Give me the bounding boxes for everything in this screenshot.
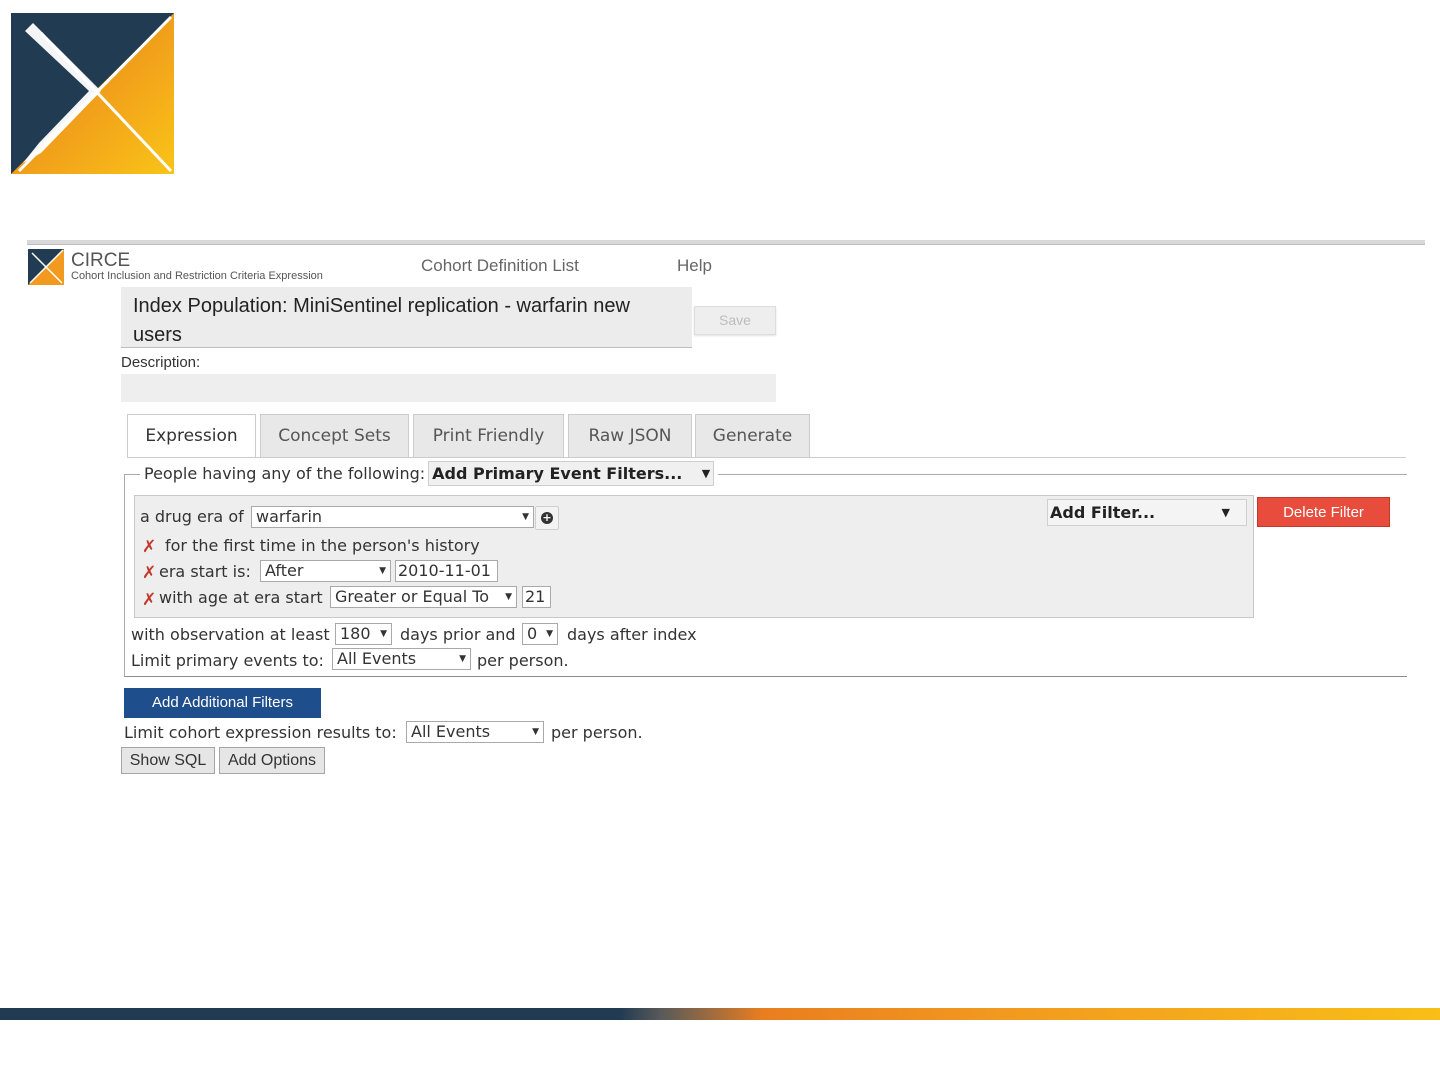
age-label: with age at era start — [159, 588, 323, 607]
era-start-operator-select[interactable]: After ▼ — [260, 560, 391, 582]
caret-down-icon: ▼ — [379, 566, 386, 576]
era-start-operator-value: After — [265, 561, 304, 580]
age-value-input[interactable]: 21 — [522, 586, 551, 608]
primary-criteria-legend: People having any of the following: Add … — [140, 460, 719, 486]
caret-down-icon: ▼ — [701, 466, 711, 480]
limit-primary-suffix: per person. — [477, 651, 569, 670]
age-operator-value: Greater or Equal To — [335, 587, 490, 606]
add-primary-event-dropdown[interactable]: Add Primary Event Filters... ▼ — [428, 460, 715, 486]
caret-down-icon: ▼ — [1221, 506, 1230, 519]
caret-down-icon: ▼ — [546, 629, 553, 639]
prior-suffix: days prior and — [400, 625, 516, 644]
tab-divider — [127, 457, 1406, 458]
add-options-button[interactable]: Add Options — [219, 747, 325, 774]
limit-primary-select[interactable]: All Events ▼ — [332, 648, 471, 670]
first-time-text: for the first time in the person's histo… — [165, 536, 480, 555]
after-days-select[interactable]: 0 ▼ — [522, 623, 558, 645]
after-days-value: 0 — [527, 624, 538, 643]
after-suffix: days after index — [567, 625, 697, 644]
limit-primary-label: Limit primary events to: — [131, 651, 324, 670]
legend-text: People having any of the following: — [144, 463, 426, 483]
concept-set-select[interactable]: warfarin ▼ — [251, 506, 534, 528]
add-filter-dropdown[interactable]: Add Filter... ▼ — [1047, 499, 1247, 526]
caret-down-icon: ▼ — [522, 512, 529, 522]
result-limit-label: Limit cohort expression results to: — [124, 723, 397, 742]
nav-help[interactable]: Help — [677, 256, 712, 276]
caret-down-icon: ▼ — [505, 592, 512, 602]
tab-raw-json[interactable]: Raw JSON — [568, 414, 692, 457]
result-limit-select[interactable]: All Events ▼ — [406, 721, 544, 743]
x-mark-icon[interactable]: ✗ — [142, 563, 156, 583]
description-label: Description: — [121, 354, 201, 371]
x-mark-icon[interactable]: ✗ — [142, 590, 156, 610]
cohort-title-field[interactable]: Index Population: MiniSentinel replicati… — [121, 287, 692, 348]
tab-concept-sets[interactable]: Concept Sets — [260, 414, 409, 457]
save-button[interactable]: Save — [694, 306, 776, 335]
description-field[interactable] — [121, 374, 776, 402]
add-additional-filters-button[interactable]: Add Additional Filters — [124, 688, 321, 718]
app-frame-top — [27, 240, 1425, 245]
add-concept-button[interactable]: + — [535, 506, 559, 530]
era-start-date-input[interactable]: 2010-11-01 — [395, 560, 498, 582]
tab-expression[interactable]: Expression — [127, 414, 256, 458]
brand-name: CIRCE — [71, 250, 131, 271]
brand-subtitle: Cohort Inclusion and Restriction Criteri… — [71, 270, 323, 282]
concept-set-value: warfarin — [256, 507, 323, 526]
footer-color-bar — [0, 1008, 1440, 1020]
show-sql-button[interactable]: Show SQL — [121, 747, 215, 774]
nav-cohort-definition-list[interactable]: Cohort Definition List — [421, 256, 579, 276]
add-primary-event-label: Add Primary Event Filters... — [432, 463, 683, 483]
tab-print-friendly[interactable]: Print Friendly — [413, 414, 564, 457]
x-mark-icon[interactable]: ✗ — [142, 537, 156, 557]
delete-filter-button[interactable]: Delete Filter — [1257, 497, 1390, 527]
tab-generate[interactable]: Generate — [695, 414, 810, 457]
ohdsi-logo — [11, 13, 174, 174]
result-limit-value: All Events — [411, 722, 491, 741]
observation-prefix: with observation at least — [131, 625, 330, 644]
limit-primary-value: All Events — [337, 649, 417, 668]
circe-logo-icon — [28, 249, 64, 285]
prior-days-value: 180 — [340, 624, 371, 643]
add-filter-label: Add Filter... — [1050, 503, 1156, 522]
prior-days-select[interactable]: 180 ▼ — [335, 623, 392, 645]
caret-down-icon: ▼ — [380, 629, 387, 639]
plus-circle-icon: + — [541, 511, 553, 524]
caret-down-icon: ▼ — [532, 727, 539, 737]
era-start-label: era start is: — [159, 562, 251, 581]
age-operator-select[interactable]: Greater or Equal To ▼ — [330, 586, 517, 608]
criteria-prefix: a drug era of — [140, 507, 244, 526]
caret-down-icon: ▼ — [459, 654, 466, 664]
result-limit-suffix: per person. — [551, 723, 643, 742]
